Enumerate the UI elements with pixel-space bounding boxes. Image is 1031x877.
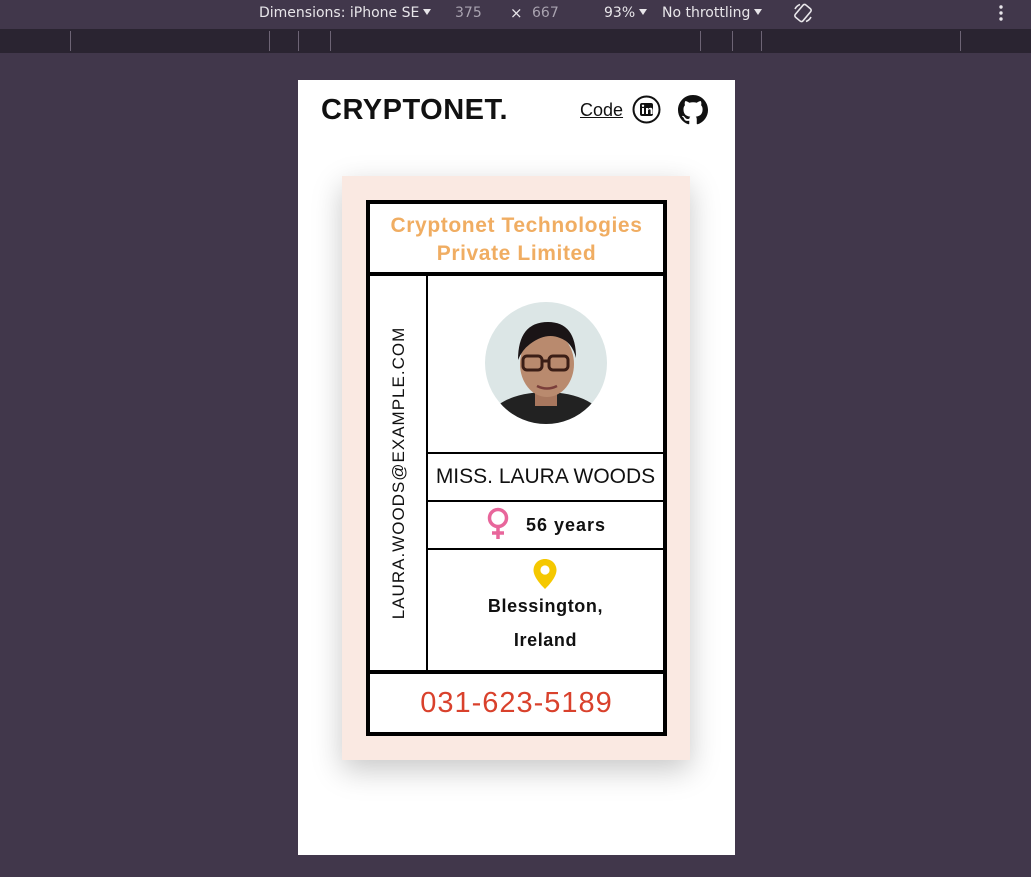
ruler-tick xyxy=(960,31,961,51)
width-input[interactable]: 375 xyxy=(455,5,482,21)
zoom-dropdown[interactable]: 93% xyxy=(604,5,648,21)
id-card-wrapper: Cryptonet Technologies Private Limited L… xyxy=(342,176,690,760)
city-text: Blessington, xyxy=(487,596,604,616)
brand-logo[interactable]: CRYPTONET. xyxy=(321,94,508,127)
ruler-tick xyxy=(732,31,733,51)
more-options-icon[interactable] xyxy=(998,3,1004,23)
chevron-down-icon xyxy=(639,9,648,15)
ruler-tick xyxy=(269,31,270,51)
device-viewport: CRYPTONET. Code Cryptonet Technologies P… xyxy=(298,80,735,855)
company-name: Cryptonet Technologies Private Limited xyxy=(370,204,663,276)
devtools-toolbar: Dimensions: iPhone SE 375 × 667 93% No t… xyxy=(0,0,1031,29)
age-text: 56 years xyxy=(526,515,607,535)
avatar xyxy=(485,302,607,424)
media-query-ruler[interactable] xyxy=(0,29,1031,53)
linkedin-icon[interactable] xyxy=(632,95,661,124)
female-icon xyxy=(486,507,510,541)
zoom-label: 93% xyxy=(604,5,636,21)
id-card: Cryptonet Technologies Private Limited L… xyxy=(366,200,667,736)
photo-cell xyxy=(428,276,663,454)
location-cell: Blessington, Ireland xyxy=(428,550,663,670)
chevron-down-icon xyxy=(754,9,763,15)
phone-number: 031-623-5189 xyxy=(370,670,663,732)
map-pin-icon xyxy=(532,558,558,590)
ruler-tick xyxy=(700,31,701,51)
ruler-tick xyxy=(70,31,71,51)
code-link[interactable]: Code xyxy=(580,100,623,121)
github-icon[interactable] xyxy=(678,95,708,125)
age-cell: 56 years xyxy=(428,502,663,550)
ruler-tick xyxy=(330,31,331,51)
email-text: LAURA.WOODS@EXAMPLE.COM xyxy=(389,326,408,620)
times-icon: × xyxy=(510,4,523,22)
full-name: MISS. LAURA WOODS xyxy=(428,454,663,502)
height-input[interactable]: 667 xyxy=(532,5,559,21)
email-column: LAURA.WOODS@EXAMPLE.COM xyxy=(370,276,428,670)
chevron-down-icon xyxy=(423,9,432,15)
throttling-dropdown[interactable]: No throttling xyxy=(662,5,763,21)
ruler-tick xyxy=(761,31,762,51)
device-dimensions-dropdown[interactable]: Dimensions: iPhone SE xyxy=(259,5,432,21)
rotate-icon[interactable] xyxy=(792,2,814,24)
ruler-tick xyxy=(298,31,299,51)
device-dimensions-label: Dimensions: iPhone SE xyxy=(259,5,420,21)
throttling-label: No throttling xyxy=(662,5,751,21)
country-text: Ireland xyxy=(513,630,578,650)
